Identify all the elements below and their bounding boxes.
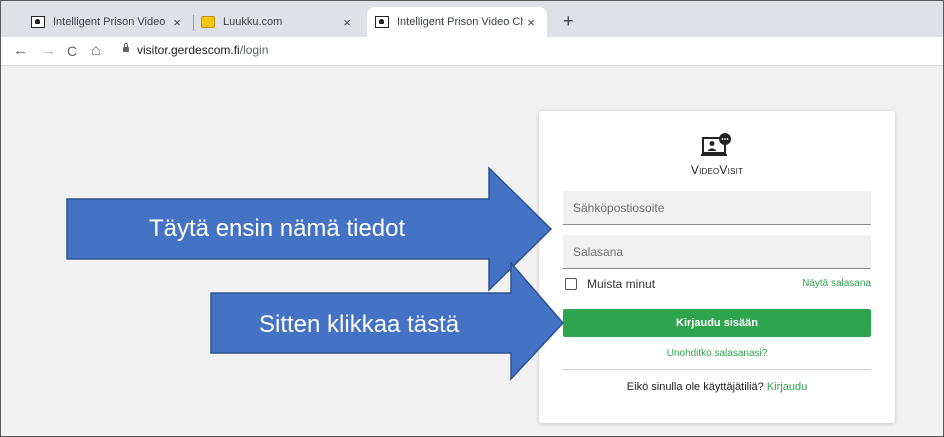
browser-window: Intelligent Prison Video Chat × Luukku.c… [0,0,944,437]
arrow-click-here-text: Sitten klikkaa tästä [259,311,460,338]
arrow-fill-details-text: Täytä ensin nämä tiedot [149,215,406,242]
annotation-arrows [66,166,565,381]
